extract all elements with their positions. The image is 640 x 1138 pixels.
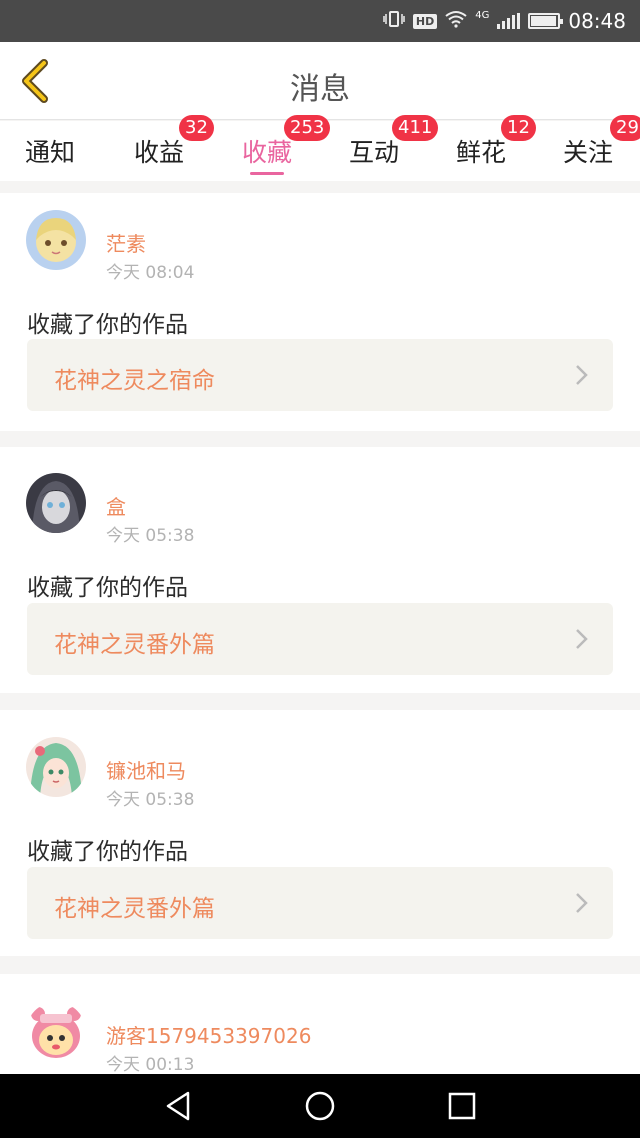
unread-badge: 32 bbox=[179, 115, 214, 141]
tab-label: 通知 bbox=[24, 138, 75, 167]
battery-icon bbox=[528, 13, 564, 29]
nav-home-button[interactable] bbox=[302, 1088, 338, 1124]
action-text: 收藏了你的作品 bbox=[27, 575, 188, 601]
list-item: 镰池和马 今天 05:38 收藏了你的作品 花神之灵番外篇 bbox=[0, 710, 640, 956]
timestamp: 今天 05:38 bbox=[106, 526, 195, 546]
work-link[interactable]: 花神之灵之宿命 bbox=[27, 339, 613, 411]
tab-favorites[interactable]: 收藏 253 bbox=[217, 115, 331, 181]
chevron-right-icon bbox=[576, 629, 588, 649]
navigation-bar bbox=[0, 1074, 640, 1138]
triangle-back-icon bbox=[166, 1091, 190, 1121]
message-list: 茫素 今天 08:04 收藏了你的作品 花神之灵之宿命 盒 今天 05:38 收… bbox=[0, 181, 640, 1074]
circle-home-icon bbox=[305, 1091, 335, 1121]
username[interactable]: 游客1579453397026 bbox=[106, 1020, 311, 1049]
signal-icon bbox=[497, 13, 521, 29]
work-title: 花神之灵番外篇 bbox=[54, 632, 215, 658]
action-text: 收藏了你的作品 bbox=[27, 312, 188, 338]
tab-notifications[interactable]: 通知 bbox=[0, 121, 100, 181]
list-item: 游客1579453397026 今天 00:13 bbox=[0, 974, 640, 1074]
timestamp: 今天 00:13 bbox=[106, 1055, 195, 1074]
username[interactable]: 镰池和马 bbox=[106, 755, 186, 784]
wifi-icon bbox=[445, 10, 467, 32]
avatar[interactable] bbox=[26, 737, 86, 797]
nav-recents-button[interactable] bbox=[444, 1088, 480, 1124]
square-recents-icon bbox=[448, 1092, 476, 1120]
active-tab-indicator bbox=[250, 172, 284, 175]
anime-girl-green-hair-avatar-icon bbox=[26, 737, 86, 797]
vibrate-icon bbox=[383, 10, 405, 32]
tab-label: 收益 bbox=[133, 138, 184, 167]
anime-girl-blonde-avatar-icon bbox=[26, 210, 86, 270]
status-bar: HD 4G 08:48 bbox=[0, 0, 640, 42]
status-time: 08:48 bbox=[568, 9, 626, 33]
chevron-right-icon bbox=[576, 365, 588, 385]
pink-mascot-avatar-icon bbox=[26, 1002, 86, 1062]
anime-girl-dark-avatar-icon bbox=[26, 473, 86, 533]
tab-interactions[interactable]: 互动 411 bbox=[324, 115, 439, 181]
username[interactable]: 盒 bbox=[106, 491, 126, 520]
tab-bar: 通知 收益 32 收藏 253 互动 411 鲜花 12 关注 29 bbox=[0, 115, 640, 181]
chevron-right-icon bbox=[576, 893, 588, 913]
list-item: 茫素 今天 08:04 收藏了你的作品 花神之灵之宿命 bbox=[0, 193, 640, 431]
work-title: 花神之灵番外篇 bbox=[54, 896, 215, 922]
username[interactable]: 茫素 bbox=[106, 228, 146, 257]
tab-earnings[interactable]: 收益 32 bbox=[109, 115, 214, 181]
avatar[interactable] bbox=[26, 1002, 86, 1062]
timestamp: 今天 08:04 bbox=[106, 263, 195, 283]
avatar[interactable] bbox=[26, 473, 86, 533]
action-text: 收藏了你的作品 bbox=[27, 839, 188, 865]
timestamp: 今天 05:38 bbox=[106, 790, 195, 810]
unread-badge: 29 bbox=[610, 115, 640, 141]
network-type: 4G bbox=[475, 10, 490, 21]
list-item: 盒 今天 05:38 收藏了你的作品 花神之灵番外篇 bbox=[0, 447, 640, 693]
nav-back-button[interactable] bbox=[160, 1088, 196, 1124]
tab-label: 鲜花 bbox=[455, 138, 506, 167]
header: 消息 bbox=[0, 42, 640, 120]
tab-label: 互动 bbox=[348, 138, 399, 167]
work-link[interactable]: 花神之灵番外篇 bbox=[27, 867, 613, 939]
page-title: 消息 bbox=[290, 72, 350, 107]
tab-label: 关注 bbox=[562, 138, 613, 167]
tab-following[interactable]: 关注 29 bbox=[538, 115, 640, 181]
work-link[interactable]: 花神之灵番外篇 bbox=[27, 603, 613, 675]
work-title: 花神之灵之宿命 bbox=[54, 368, 215, 394]
tab-flowers[interactable]: 鲜花 12 bbox=[431, 115, 536, 181]
hd-badge: HD bbox=[412, 13, 438, 29]
unread-badge: 12 bbox=[501, 115, 536, 141]
avatar[interactable] bbox=[26, 210, 86, 270]
